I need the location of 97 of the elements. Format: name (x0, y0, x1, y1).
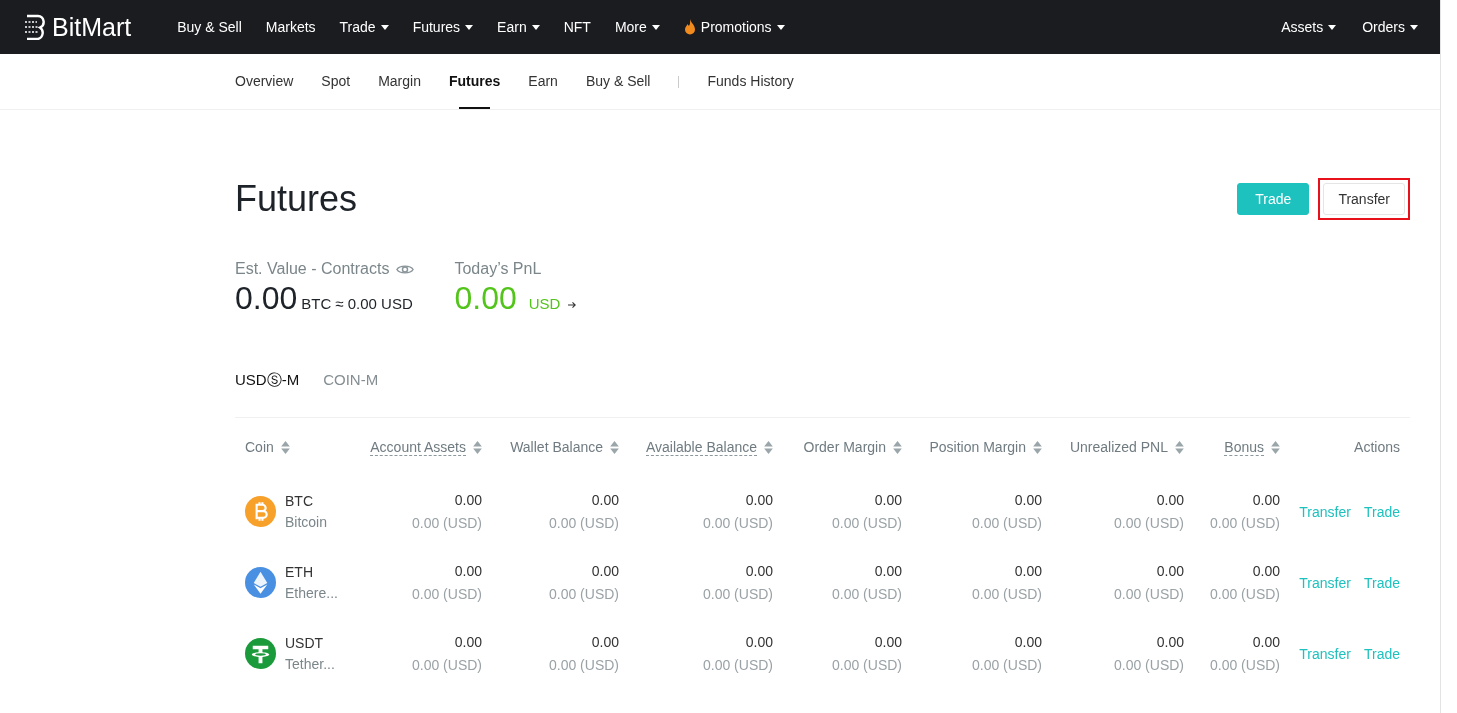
balance-value: 0.00 (745, 563, 773, 579)
usd-value: 0.00 (USD) (831, 515, 902, 531)
balance-value: 0.00 (874, 563, 902, 579)
nav-link[interactable]: Markets (265, 19, 316, 35)
usd-value: 0.00 (USD) (971, 657, 1042, 673)
sub-tab[interactable]: Funds History (707, 54, 794, 109)
usd-value: 0.00 (USD) (411, 586, 482, 602)
nav-link[interactable]: Buy & Sell (177, 19, 242, 35)
sort-icon[interactable] (280, 440, 290, 454)
coin-name: Ethere... (285, 585, 338, 601)
balance-value: 0.00 (1156, 563, 1184, 579)
balance-value: 0.00 (591, 563, 619, 579)
sub-tab[interactable]: Overview (235, 54, 294, 109)
nav-link[interactable]: More (614, 19, 660, 35)
stat-amount: 0.00 (454, 280, 517, 317)
column-header: Wallet Balance (510, 439, 603, 455)
balance-value: 0.00 (454, 634, 482, 650)
sort-icon[interactable] (473, 440, 482, 454)
stat-label: Est. Value - Contracts (235, 260, 390, 278)
sort-icon[interactable] (1033, 440, 1042, 454)
sort-icon[interactable] (1175, 440, 1184, 454)
column-header: Account Assets (370, 438, 466, 456)
sub-tab[interactable]: Buy & Sell (585, 54, 651, 109)
balance-value: 0.00 (1014, 634, 1042, 650)
usd-value: 0.00 (USD) (831, 586, 902, 602)
logo-icon (24, 14, 46, 40)
coin-symbol: USDT (285, 635, 325, 651)
usd-value: 0.00 (USD) (831, 657, 902, 673)
usd-value: 0.00 (USD) (702, 586, 773, 602)
flame-icon (683, 19, 696, 35)
sort-icon[interactable] (610, 440, 619, 454)
balance-value: 0.00 (874, 634, 902, 650)
balance-value: 0.00 (1014, 492, 1042, 508)
balance-value: 0.00 (1156, 492, 1184, 508)
market-tab[interactable]: USDⓈ-M (235, 371, 300, 390)
usd-value: 0.00 (USD) (548, 657, 619, 673)
usd-value: 0.00 (USD) (1209, 586, 1280, 602)
nav-link[interactable]: Trade (339, 19, 389, 35)
sub-tab[interactable]: Futures (448, 54, 501, 109)
header-button[interactable]: Transfer (1323, 183, 1405, 215)
sort-icon[interactable] (1271, 440, 1280, 454)
usd-value: 0.00 (USD) (1209, 515, 1280, 531)
balance-value: 0.00 (1252, 492, 1280, 508)
nav-link[interactable]: Promotions (683, 19, 785, 35)
page-title: Futures (235, 178, 358, 220)
sub-tab[interactable]: Spot (321, 54, 351, 109)
sort-icon[interactable] (893, 440, 902, 454)
usd-value: 0.00 (USD) (702, 657, 773, 673)
column-header: Bonus (1224, 438, 1264, 456)
balance-value: 0.00 (1252, 563, 1280, 579)
nav-link[interactable]: Assets (1281, 19, 1337, 35)
balance-value: 0.00 (454, 492, 482, 508)
usd-value: 0.00 (USD) (548, 586, 619, 602)
balance-value: 0.00 (1014, 563, 1042, 579)
stat-amount: 0.00 (235, 280, 298, 317)
sub-tab[interactable]: Margin (378, 54, 421, 109)
nav-link[interactable]: Orders (1362, 19, 1418, 35)
coin-name: Bitcoin (285, 514, 328, 530)
stat-approx: ≈ 0.00 USD (335, 295, 413, 312)
usd-value: 0.00 (USD) (411, 657, 482, 673)
usd-value: 0.00 (USD) (971, 515, 1042, 531)
column-header: Position Margin (929, 439, 1026, 455)
arrow-right-icon[interactable] (568, 301, 578, 309)
stat-unit: BTC (301, 295, 332, 312)
usd-value: 0.00 (USD) (1209, 657, 1280, 673)
balance-value: 0.00 (1156, 634, 1184, 650)
column-header: Unrealized PNL (1069, 439, 1168, 455)
sub-tab[interactable]: Earn (528, 54, 558, 109)
coin-symbol: BTC (285, 493, 314, 509)
coin-symbol: ETH (285, 564, 314, 580)
column-header: Coin (245, 439, 274, 455)
balance-value: 0.00 (745, 492, 773, 508)
balance-value: 0.00 (874, 492, 902, 508)
usd-value: 0.00 (USD) (1113, 515, 1184, 531)
sort-icon[interactable] (764, 440, 773, 454)
usd-value: 0.00 (USD) (702, 515, 773, 531)
nav-link[interactable]: NFT (563, 19, 591, 35)
coin-name: Tether... (285, 656, 335, 672)
usd-value: 0.00 (USD) (1113, 657, 1184, 673)
usd-value: 0.00 (USD) (411, 515, 482, 531)
stat-label: Today’s PnL (454, 260, 542, 278)
nav-link[interactable]: Earn (497, 19, 540, 35)
stat-unit: USD (528, 295, 561, 312)
eye-icon[interactable] (396, 262, 415, 276)
column-header: Available Balance (645, 438, 757, 456)
balance-value: 0.00 (591, 492, 619, 508)
balance-value: 0.00 (745, 634, 773, 650)
balance-value: 0.00 (591, 634, 619, 650)
balance-value: 0.00 (454, 563, 482, 579)
brand-logo[interactable]: BitMart (24, 12, 132, 42)
usd-value: 0.00 (USD) (548, 515, 619, 531)
usd-value: 0.00 (USD) (971, 586, 1042, 602)
column-header: Order Margin (803, 439, 886, 455)
balance-value: 0.00 (1252, 634, 1280, 650)
usd-value: 0.00 (USD) (1113, 586, 1184, 602)
nav-link[interactable]: Futures (412, 19, 474, 35)
column-header: Actions (1354, 439, 1400, 455)
